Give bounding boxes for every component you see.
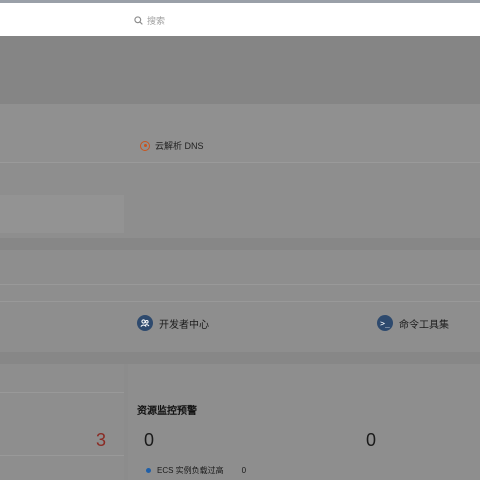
monitor-panel bbox=[128, 364, 480, 480]
section-divider bbox=[0, 238, 480, 250]
search-box[interactable]: 搜索 bbox=[134, 13, 165, 27]
divider-line bbox=[0, 392, 124, 393]
divider-line bbox=[0, 301, 480, 302]
left-stats-panel bbox=[0, 364, 124, 480]
alert-label: ECS 实例负载过高 bbox=[157, 466, 224, 475]
cli-tools-label: 命令工具集 bbox=[399, 319, 449, 331]
status-dot-icon bbox=[146, 468, 151, 473]
divider-line bbox=[0, 455, 124, 456]
header-banner bbox=[0, 36, 480, 104]
developer-center-link[interactable]: 开发者中心 bbox=[137, 315, 209, 331]
services-left-block bbox=[0, 195, 124, 233]
developer-center-label: 开发者中心 bbox=[159, 319, 209, 331]
monitor-title: 资源监控预警 bbox=[137, 406, 197, 417]
left-stat-count[interactable]: 3 bbox=[96, 430, 106, 451]
monitor-count-b[interactable]: 0 bbox=[366, 430, 376, 451]
service-dns-label: 云解析 DNS bbox=[155, 141, 204, 151]
alert-count: 0 bbox=[241, 466, 247, 475]
alert-item[interactable]: ECS 实例负载过高 0 bbox=[146, 465, 246, 476]
services-row bbox=[0, 104, 480, 163]
dns-icon bbox=[140, 140, 150, 151]
search-icon bbox=[134, 15, 143, 25]
top-bar bbox=[0, 0, 480, 36]
divider-line bbox=[0, 284, 480, 285]
search-placeholder: 搜索 bbox=[147, 15, 166, 26]
developer-icon bbox=[137, 315, 153, 331]
monitor-count-a[interactable]: 0 bbox=[144, 430, 154, 451]
service-dns[interactable]: 云解析 DNS bbox=[140, 139, 204, 152]
section-divider bbox=[0, 352, 480, 364]
cli-tools-link[interactable]: >_ 命令工具集 bbox=[377, 315, 449, 331]
terminal-icon: >_ bbox=[377, 315, 393, 331]
